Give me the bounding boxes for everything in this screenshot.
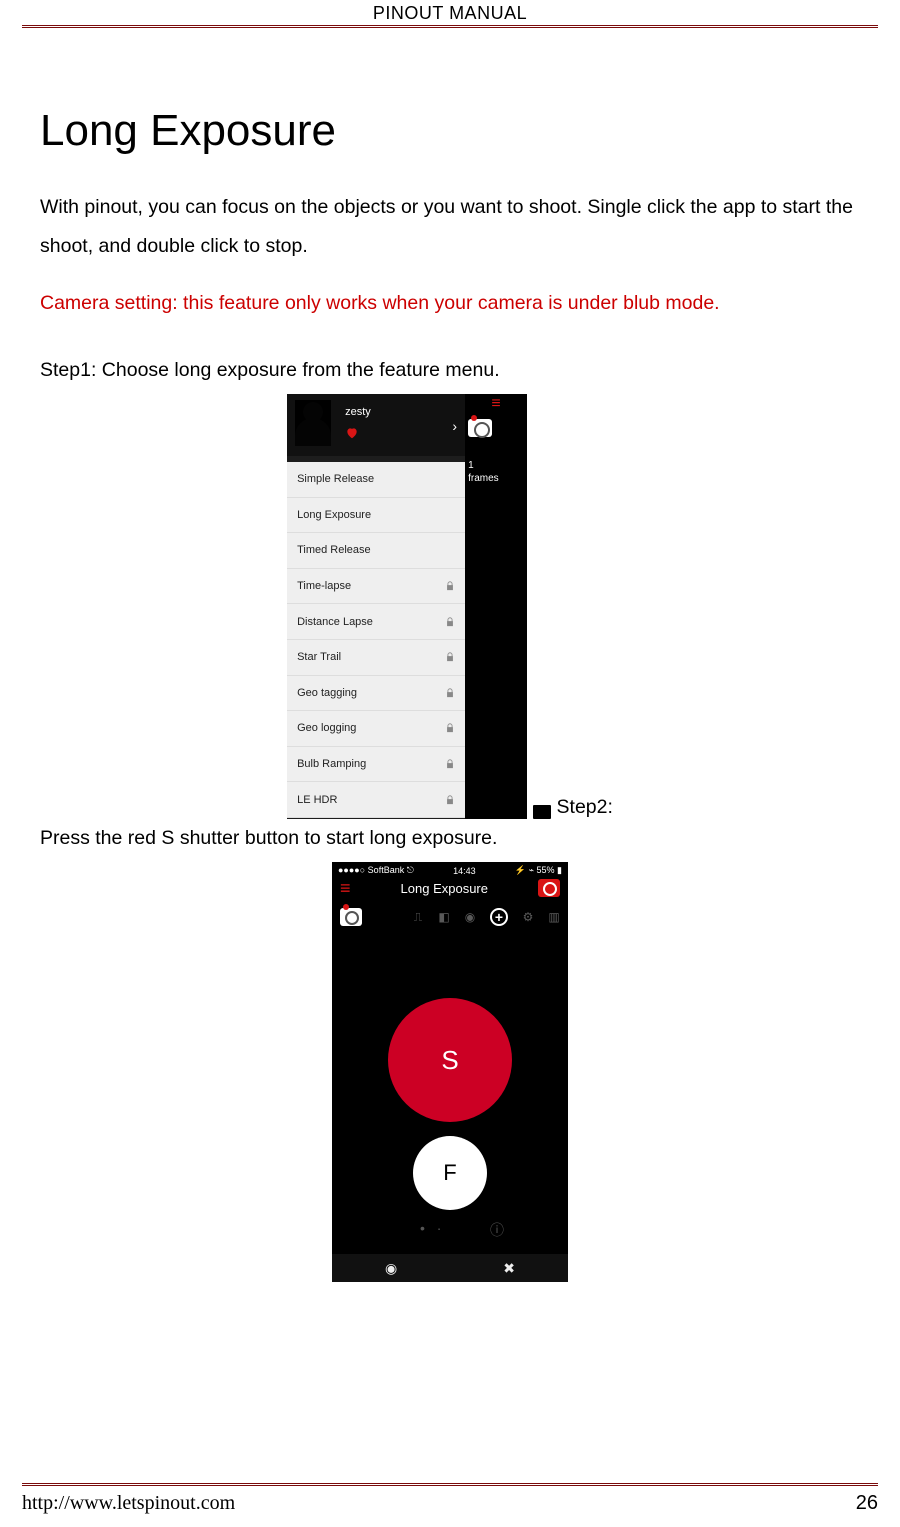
menu-item-star-trail[interactable]: Star Trail [287,640,465,676]
lock-icon [445,580,455,592]
menu-item-le-hdr[interactable]: LE HDR [287,782,465,818]
frames-label: frames [468,473,499,484]
shutter-button-label: S [441,1045,458,1076]
menu-item-label: Time-lapse [297,580,351,592]
screen-title: Long Exposure [401,881,488,896]
step2-label: Step2: [557,796,613,818]
menu-item-geo-logging[interactable]: Geo logging [287,711,465,747]
menu-item-label: Star Trail [297,651,341,663]
tool-icon-4[interactable]: ⚙ [522,910,534,924]
menu-item-timed-release[interactable]: Timed Release [287,533,465,569]
camera-device-icon[interactable] [340,908,362,926]
mini-icon [533,805,551,819]
camera-icon[interactable] [468,419,492,437]
page-title: Long Exposure [40,106,860,156]
lock-icon [445,651,455,663]
menu-item-geo-tagging[interactable]: Geo tagging [287,676,465,712]
status-carrier: ●●●●○ SoftBank ⎋ [338,865,414,876]
menu-item-label: Geo logging [297,722,356,734]
tool-icon-3[interactable]: ◉ [464,910,476,924]
lock-icon [445,687,455,699]
doc-header: PINOUT MANUAL [22,0,878,28]
tool-icon-5[interactable]: ▥ [548,910,560,924]
status-battery: ⚡ ⌁ 55% ▮ [515,865,562,876]
page-number: 26 [856,1492,878,1515]
menu-item-label: Geo tagging [297,687,357,699]
menu-item-long-exposure[interactable]: Long Exposure [287,498,465,534]
hamburger-icon[interactable]: ≡ [468,397,524,411]
camera-setting-notice: Camera setting: this feature only works … [40,284,860,323]
tool-icon-2[interactable]: ◧ [438,910,450,924]
menu-item-bulb-ramping[interactable]: Bulb Ramping [287,747,465,783]
heart-icon [345,426,359,440]
menu-item-label: Timed Release [297,544,371,556]
chevron-right-icon[interactable]: › [452,418,457,434]
footer-url[interactable]: http://www.letspinout.com [22,1492,235,1515]
page-dots: • · [420,1220,445,1236]
tool-icon-1[interactable]: ⎍ [412,910,424,924]
tools-icon[interactable]: ✖ [503,1260,515,1277]
record-icon[interactable]: ◉ [385,1260,397,1277]
shutter-button[interactable]: S [388,998,512,1122]
status-time: 14:43 [453,866,476,876]
hamburger-icon[interactable]: ≡ [340,882,351,894]
focus-button-label: F [443,1160,456,1186]
avatar [295,400,331,444]
add-icon[interactable]: + [490,908,508,926]
lock-icon [445,722,455,734]
lock-icon [445,794,455,806]
frames-count: 1 [468,460,474,471]
menu-item-simple-release[interactable]: Simple Release [287,462,465,498]
menu-item-label: Distance Lapse [297,616,373,628]
profile-name: zesty [345,406,371,418]
doc-header-title: PINOUT MANUAL [373,3,527,23]
menu-item-distance-lapse[interactable]: Distance Lapse [287,604,465,640]
camera-icon[interactable] [538,879,560,897]
menu-item-label: Bulb Ramping [297,758,366,770]
step2-text: Press the red S shutter button to start … [40,819,860,858]
menu-item-label: Long Exposure [297,509,371,521]
menu-item-time-lapse[interactable]: Time-lapse [287,569,465,605]
screenshot-long-exposure: ●●●●○ SoftBank ⎋ 14:43 ⚡ ⌁ 55% ▮ ≡ Long … [332,862,568,1282]
lock-icon [445,616,455,628]
info-icon[interactable]: ⓘ [490,1220,504,1240]
screenshot-feature-menu: ≡ 1 frames zesty [287,394,527,819]
menu-item-label: Simple Release [297,473,374,485]
step1-text: Step1: Choose long exposure from the fea… [40,351,860,390]
lock-icon [445,758,455,770]
focus-button[interactable]: F [413,1136,487,1210]
menu-item-label: LE HDR [297,794,337,806]
intro-paragraph: With pinout, you can focus on the object… [40,188,860,266]
